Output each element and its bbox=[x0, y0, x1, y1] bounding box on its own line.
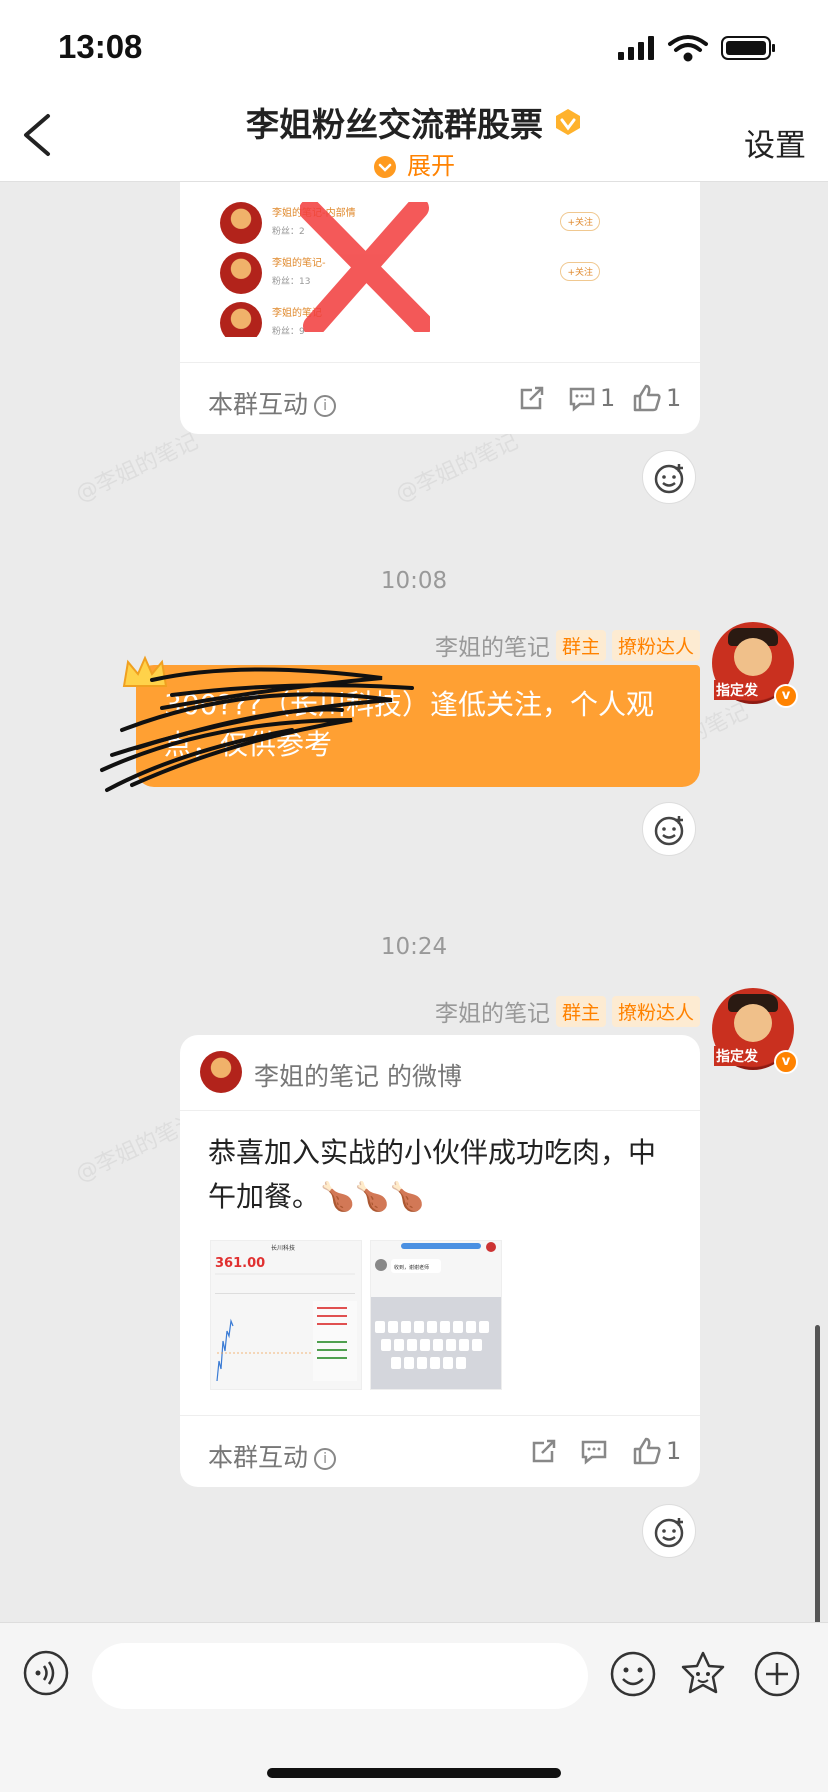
add-emoji-icon bbox=[654, 816, 684, 846]
card-image[interactable]: 李姐的笔记-内部情 粉丝：2 +关注 李姐的笔记- 粉丝：13 +关注 李姐的笔… bbox=[210, 182, 620, 337]
sender-line: 李姐的笔记 群主 撩粉达人 bbox=[435, 994, 700, 1028]
status-icons bbox=[618, 34, 798, 62]
avatar[interactable]: 指定发 v bbox=[712, 622, 798, 708]
role-badge-fans: 撩粉达人 bbox=[611, 995, 700, 1027]
like-button[interactable]: 1 bbox=[632, 1436, 681, 1466]
share-button[interactable] bbox=[518, 383, 546, 413]
add-reaction-button[interactable] bbox=[642, 802, 696, 856]
like-count: 1 bbox=[666, 1437, 682, 1465]
role-badge-owner: 群主 bbox=[555, 995, 606, 1027]
role-badge-fans: 撩粉达人 bbox=[611, 629, 700, 661]
card-body-text: 恭喜加入实战的小伙伴成功吃肉，中午加餐。🍗🍗🍗 bbox=[208, 1136, 657, 1213]
sender-name[interactable]: 李姐的笔记 bbox=[435, 1001, 550, 1027]
card-footer: 本群互动 i 1 bbox=[180, 1415, 700, 1487]
add-reaction-button[interactable] bbox=[642, 450, 696, 504]
weibo-card[interactable]: 李姐的笔记 的微博 恭喜加入实战的小伙伴成功吃肉，中午加餐。🍗🍗🍗 长川科技 3… bbox=[180, 1035, 700, 1487]
settings-button[interactable]: 设置 bbox=[744, 120, 806, 165]
comment-button[interactable] bbox=[580, 1436, 608, 1466]
card-title: 李姐的笔记 的微博 bbox=[254, 1062, 462, 1091]
avatar bbox=[200, 1051, 242, 1093]
expand-toggle[interactable]: 展开 bbox=[0, 146, 828, 181]
image-thumbnail-chat[interactable]: 收到，谢谢老师 bbox=[370, 1240, 502, 1390]
thumbs-up-icon bbox=[633, 384, 661, 412]
emoji-icon bbox=[610, 1651, 656, 1697]
sender-name[interactable]: 李姐的笔记 bbox=[435, 635, 550, 661]
avatar bbox=[220, 302, 262, 337]
weibo-card-previous[interactable]: 李姐的笔记-内部情 粉丝：2 +关注 李姐的笔记- 粉丝：13 +关注 李姐的笔… bbox=[180, 182, 700, 434]
card-footer: 本群互动 i 1 1 bbox=[180, 362, 700, 434]
info-icon[interactable]: i bbox=[314, 1448, 337, 1470]
verified-v-icon: v bbox=[774, 684, 798, 708]
battery-icon bbox=[721, 36, 775, 60]
comment-icon bbox=[581, 1440, 607, 1465]
home-indicator[interactable] bbox=[267, 1768, 561, 1778]
avatar bbox=[220, 252, 262, 294]
avatar[interactable]: 指定发 v bbox=[712, 988, 798, 1074]
avatar bbox=[220, 202, 262, 244]
group-interact-label[interactable]: 本群互动 i bbox=[208, 385, 337, 421]
avatar-tag: 指定发 bbox=[714, 680, 760, 700]
avatar-tag: 指定发 bbox=[714, 1046, 760, 1066]
verified-badge-icon bbox=[556, 109, 581, 135]
expand-label: 展开 bbox=[407, 152, 455, 180]
stock-price: 361.00 bbox=[215, 1256, 265, 1271]
card-header[interactable]: 李姐的笔记 的微博 bbox=[180, 1035, 700, 1111]
more-button[interactable] bbox=[752, 1649, 802, 1699]
row-follow: +关注 bbox=[560, 262, 600, 281]
footer-label-text: 本群互动 bbox=[208, 1443, 309, 1472]
title-wrap: 李姐粉丝交流群股票 bbox=[0, 98, 828, 146]
timestamp: 10:08 bbox=[380, 568, 448, 594]
group-interact-label[interactable]: 本群互动 i bbox=[208, 1438, 337, 1474]
scribble-redaction-icon bbox=[100, 667, 414, 792]
emoji-button[interactable] bbox=[608, 1649, 658, 1699]
add-emoji-icon bbox=[654, 464, 684, 494]
stock-name: 长川科技 bbox=[271, 1244, 295, 1252]
chat-reply: 收到，谢谢老师 bbox=[394, 1264, 429, 1271]
thumbs-up-icon bbox=[633, 1437, 661, 1465]
like-count: 1 bbox=[666, 384, 682, 412]
timestamp: 10:24 bbox=[380, 934, 448, 960]
voice-button[interactable] bbox=[22, 1649, 70, 1697]
add-emoji-icon bbox=[654, 1518, 684, 1548]
share-icon bbox=[520, 386, 544, 410]
comment-count: 1 bbox=[600, 384, 616, 412]
message-input[interactable] bbox=[92, 1643, 588, 1709]
chat-header: 李姐粉丝交流群股票 展开 设置 bbox=[0, 90, 828, 182]
sender-line: 李姐的笔记 群主 撩粉达人 bbox=[435, 628, 700, 662]
avatar-face bbox=[734, 1004, 772, 1042]
footer-label-text: 本群互动 bbox=[208, 390, 309, 419]
row-follow: +关注 bbox=[560, 212, 600, 231]
like-button[interactable]: 1 bbox=[632, 383, 681, 413]
watermark: @李姐的笔记 bbox=[391, 429, 523, 508]
share-icon bbox=[532, 1439, 556, 1463]
image-thumbnail-stock[interactable]: 长川科技 361.00 bbox=[210, 1240, 362, 1390]
sticker-icon bbox=[681, 1651, 725, 1694]
plus-icon bbox=[754, 1651, 800, 1697]
signal-icon bbox=[618, 36, 654, 60]
verified-v-icon: v bbox=[774, 1050, 798, 1074]
group-title[interactable]: 李姐粉丝交流群股票 bbox=[246, 98, 543, 146]
avatar-face bbox=[734, 638, 772, 676]
red-x-mark-icon bbox=[300, 202, 430, 332]
role-badge-owner: 群主 bbox=[555, 629, 606, 661]
comment-button[interactable]: 1 bbox=[568, 383, 615, 413]
status-time: 13:08 bbox=[58, 28, 143, 65]
voice-icon bbox=[23, 1650, 69, 1696]
info-icon[interactable]: i bbox=[314, 395, 337, 417]
chevron-down-circle-icon bbox=[374, 156, 396, 178]
status-bar: 13:08 bbox=[0, 0, 828, 90]
comment-icon bbox=[569, 387, 595, 412]
sticker-button[interactable] bbox=[678, 1649, 728, 1699]
share-button[interactable] bbox=[530, 1436, 558, 1466]
watermark: @李姐的笔记 bbox=[71, 429, 203, 508]
scrollbar[interactable] bbox=[815, 1325, 820, 1625]
input-bar bbox=[0, 1622, 828, 1792]
add-reaction-button[interactable] bbox=[642, 1504, 696, 1558]
wifi-icon bbox=[668, 35, 708, 62]
